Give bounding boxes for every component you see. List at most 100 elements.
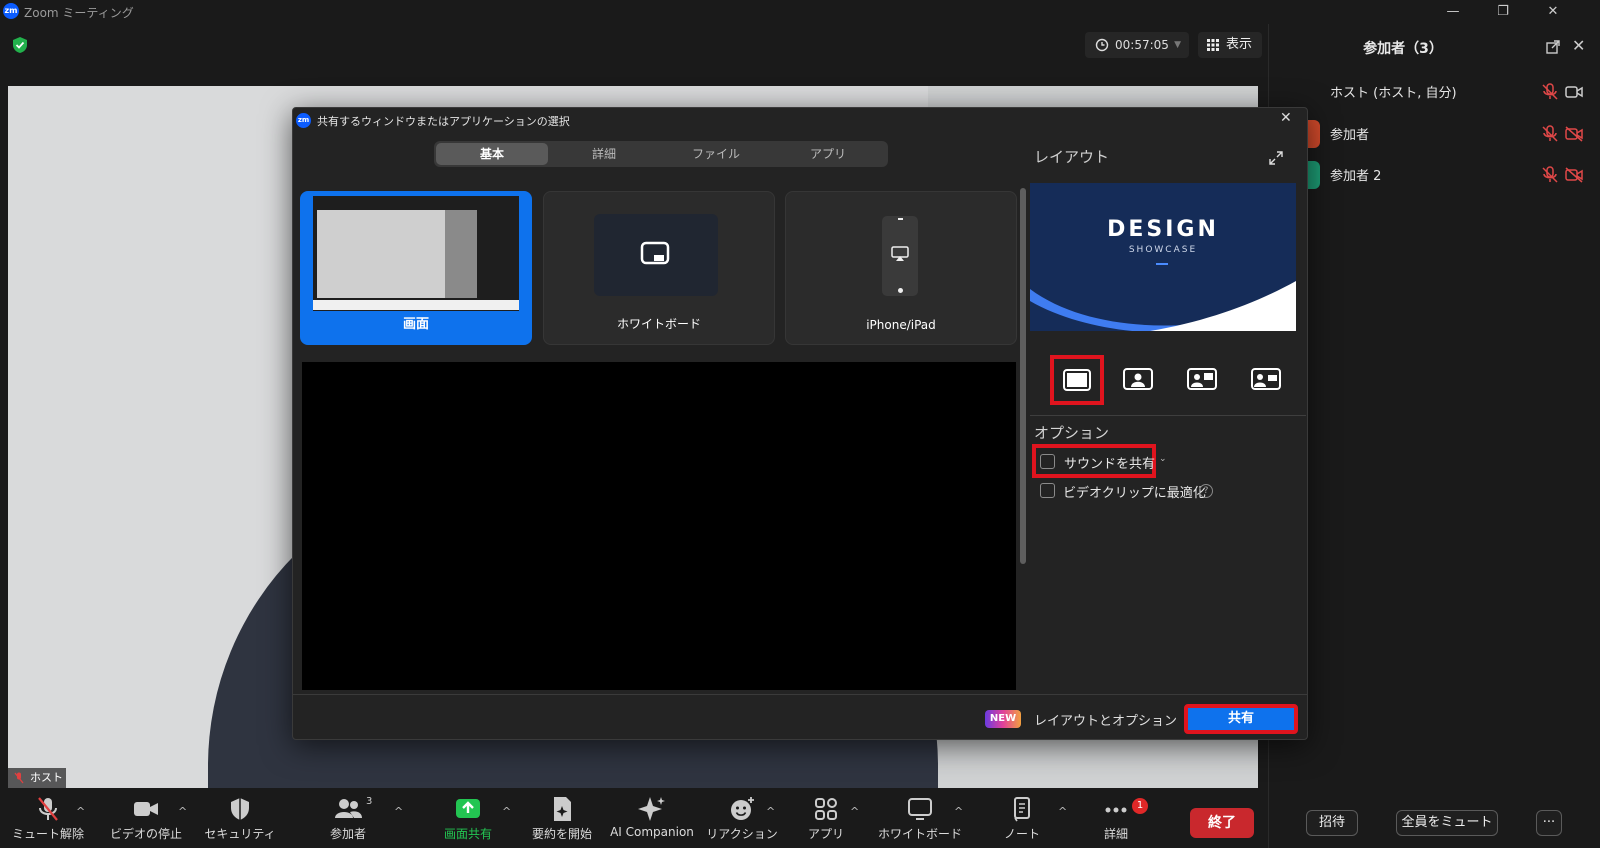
layout-side-icon xyxy=(1187,368,1217,390)
participants-button[interactable]: 参加者 xyxy=(308,795,388,845)
muted-mic-icon xyxy=(38,797,58,821)
shield-icon[interactable] xyxy=(12,36,28,54)
mute-all-button[interactable]: 全員をミュート xyxy=(1396,810,1498,836)
clock-icon xyxy=(1095,38,1109,52)
tab-basic[interactable]: 基本 xyxy=(436,143,548,165)
chevron-down-icon: ▼ xyxy=(1174,40,1181,50)
chevron-down-icon[interactable]: ⌄ xyxy=(1159,454,1167,464)
preview-subtitle: SHOWCASE xyxy=(1128,245,1198,255)
timer-text: 00:57:05 xyxy=(1115,38,1169,52)
chevron-up-icon[interactable]: ^ xyxy=(850,805,859,818)
layout-fullscreen-option[interactable] xyxy=(1050,355,1104,405)
toolbar-label: 詳細 xyxy=(1103,827,1128,841)
ai-companion-button[interactable]: AI Companion xyxy=(606,795,698,845)
share-sound-option[interactable]: サウンドを共有 xyxy=(1032,444,1156,478)
layout-options-label: レイアウトとオプション xyxy=(1034,714,1178,729)
notes-button[interactable]: ノート xyxy=(982,795,1062,845)
tab-advanced[interactable]: 詳細 xyxy=(548,143,660,165)
chevron-up-icon[interactable]: ^ xyxy=(954,805,963,818)
apps-icon xyxy=(815,798,837,820)
view-button[interactable]: 表示 xyxy=(1198,32,1262,58)
share-sound-checkbox[interactable] xyxy=(1040,454,1055,469)
restore-button[interactable]: ❐ xyxy=(1488,2,1518,22)
document-sparkle-icon xyxy=(554,797,571,821)
share-tabs: 基本 詳細 ファイル アプリ xyxy=(434,141,888,167)
close-panel-icon[interactable]: ✕ xyxy=(1572,36,1585,55)
reactions-button[interactable]: リアクション xyxy=(702,795,782,845)
layout-side-option[interactable] xyxy=(1184,360,1234,410)
chevron-up-icon[interactable]: ^ xyxy=(766,805,775,818)
emoji-plus-icon xyxy=(731,797,754,820)
invite-button[interactable]: 招待 xyxy=(1306,810,1358,836)
divider xyxy=(292,694,1308,695)
layout-preview: DESIGN SHOWCASE xyxy=(1030,183,1296,331)
minimize-button[interactable]: — xyxy=(1438,2,1468,22)
toolbar-label: AI Companion xyxy=(610,825,694,839)
video-on-icon[interactable] xyxy=(1564,82,1584,102)
layout-split-option[interactable] xyxy=(1248,360,1298,410)
chevron-up-icon[interactable]: ^ xyxy=(76,805,85,818)
more-options-button[interactable]: ··· xyxy=(1536,810,1562,836)
muted-mic-icon[interactable] xyxy=(1540,124,1560,144)
layout-options-toggle[interactable]: レイアウトとオプション ^ xyxy=(1034,710,1196,729)
chevron-up-icon[interactable]: ^ xyxy=(502,805,511,818)
start-summary-button[interactable]: 要約を開始 xyxy=(522,795,602,845)
meeting-timer[interactable]: 00:57:05 ▼ xyxy=(1085,32,1189,58)
participant-row[interactable]: 参加者 xyxy=(1268,114,1600,154)
participant-row[interactable]: 参加者 2 xyxy=(1268,155,1600,195)
video-off-icon[interactable] xyxy=(1564,124,1584,144)
end-meeting-button[interactable]: 終了 xyxy=(1190,808,1254,838)
source-whiteboard[interactable]: ホワイトボード xyxy=(543,191,775,345)
dialog-title: 共有するウィンドウまたはアプリケーションの選択 xyxy=(317,115,570,128)
video-off-icon[interactable] xyxy=(1564,165,1584,185)
close-window-button[interactable]: ✕ xyxy=(1538,2,1568,22)
divider xyxy=(1030,415,1306,416)
layout-title: レイアウト xyxy=(1034,148,1110,166)
help-icon[interactable]: ? xyxy=(1199,484,1213,498)
whiteboard-icon xyxy=(640,241,670,265)
share-screen-icon xyxy=(456,799,480,818)
participant-row[interactable]: ホスト (ホスト, 自分) xyxy=(1268,72,1600,112)
participant-name: 参加者 2 xyxy=(1330,169,1382,184)
toolbar-label: リアクション xyxy=(706,827,778,841)
source-label: ホワイトボード xyxy=(616,317,701,331)
stop-video-button[interactable]: ビデオの停止 xyxy=(104,795,188,845)
chevron-up-icon[interactable]: ^ xyxy=(394,805,403,818)
whiteboard-button[interactable]: ホワイトボード xyxy=(876,795,964,845)
close-icon[interactable]: ✕ xyxy=(1280,110,1292,126)
layout-person-icon xyxy=(1123,368,1153,390)
layout-presenter-option[interactable] xyxy=(1120,360,1170,410)
share-screen-button[interactable]: 画面共有 xyxy=(424,795,512,845)
popout-icon[interactable] xyxy=(1546,40,1560,54)
muted-mic-icon[interactable] xyxy=(1540,165,1560,185)
grid-icon xyxy=(1207,39,1219,51)
source-label: 画面 xyxy=(402,317,429,332)
participant-name: ホスト (ホスト, 自分) xyxy=(1330,86,1457,101)
tab-apps[interactable]: アプリ xyxy=(772,143,884,165)
toolbar-label: アプリ xyxy=(807,827,844,841)
notes-icon xyxy=(1014,797,1030,822)
tab-files[interactable]: ファイル xyxy=(660,143,772,165)
screen-thumbnail xyxy=(313,196,519,311)
phone-icon xyxy=(882,216,918,296)
optimize-video-checkbox[interactable] xyxy=(1040,483,1055,498)
notification-badge: 1 xyxy=(1132,798,1148,814)
muted-mic-icon xyxy=(14,772,24,784)
unmute-button[interactable]: ミュート解除 xyxy=(8,795,88,845)
chevron-up-icon[interactable]: ^ xyxy=(178,805,187,818)
toolbar-label: セキュリティ xyxy=(204,827,276,841)
zoom-logo-icon: zm xyxy=(3,3,19,19)
expand-icon[interactable] xyxy=(1268,150,1284,166)
participant-name: 参加者 xyxy=(1330,128,1370,143)
chevron-up-icon[interactable]: ^ xyxy=(1058,805,1067,818)
video-camera-icon xyxy=(134,802,158,816)
source-iphone[interactable]: iPhone/iPad xyxy=(785,191,1017,345)
more-dots-icon xyxy=(1105,807,1127,813)
scrollbar[interactable] xyxy=(1020,188,1026,564)
source-screen[interactable]: 画面 xyxy=(300,191,532,345)
zoom-logo-icon: zm xyxy=(296,113,311,128)
apps-button[interactable]: アプリ xyxy=(786,795,866,845)
security-button[interactable]: セキュリティ xyxy=(200,795,280,845)
muted-mic-icon[interactable] xyxy=(1540,82,1560,102)
share-button[interactable]: 共有 xyxy=(1184,704,1298,734)
